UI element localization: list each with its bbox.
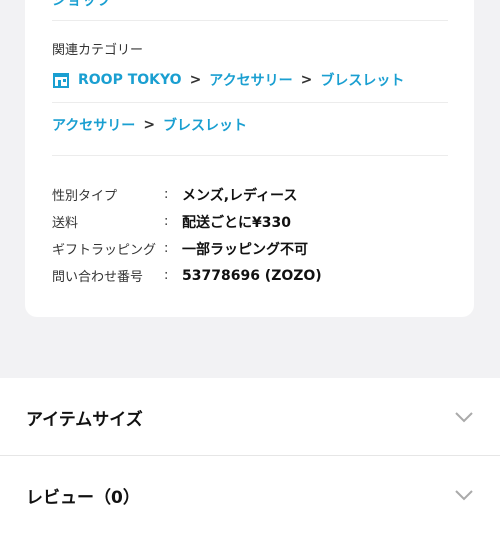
storefront-icon — [53, 73, 69, 88]
breadcrumb-shop-path: ROOP TOKYO > アクセサリー > ブレスレット — [52, 69, 404, 91]
spec-colon: : — [164, 268, 169, 283]
spec-row-gender: 性別タイプ : メンズ,レディース — [52, 181, 452, 208]
breadcrumb-accessory-link[interactable]: アクセサリー — [52, 115, 135, 135]
spec-table: 性別タイプ : メンズ,レディース 送料 : 配送ごとに¥330 ギフトラッピン… — [52, 181, 452, 289]
spec-colon: : — [164, 214, 169, 229]
related-category-label: 関連カテゴリー — [52, 43, 144, 58]
divider — [52, 102, 448, 103]
divider — [52, 155, 448, 156]
breadcrumb-bracelet-link[interactable]: ブレスレット — [320, 70, 404, 90]
spec-value: 配送ごとに¥330 — [182, 214, 291, 231]
accordion-review[interactable]: レビュー（0） — [0, 456, 500, 534]
breadcrumb-separator: > — [143, 117, 156, 133]
breadcrumb-shop-link[interactable]: ROOP TOKYO — [78, 72, 182, 88]
spec-row-gift-wrapping: ギフトラッピング : 一部ラッピング不可 — [52, 235, 452, 262]
breadcrumb-separator: > — [189, 72, 202, 88]
spec-key: 性別タイプ — [52, 189, 118, 204]
chevron-down-icon[interactable] — [454, 489, 474, 501]
accordion-title: アイテムサイズ — [26, 409, 143, 430]
breadcrumb-category-path: アクセサリー > ブレスレット — [52, 114, 247, 136]
spec-row-inquiry-number: 問い合わせ番号 : 53778696 (ZOZO) — [52, 262, 452, 289]
breadcrumb-accessory-link[interactable]: アクセサリー — [209, 70, 292, 90]
breadcrumb-bracelet-link[interactable]: ブレスレット — [163, 115, 247, 135]
divider — [52, 20, 448, 21]
spec-row-shipping: 送料 : 配送ごとに¥330 — [52, 208, 452, 235]
spec-colon: : — [164, 241, 169, 256]
spec-key: 問い合わせ番号 — [52, 270, 144, 285]
spec-value: メンズ,レディース — [182, 187, 298, 204]
spec-key: ギフトラッピング — [52, 243, 157, 258]
spec-colon: : — [164, 187, 169, 202]
spec-value: 一部ラッピング不可 — [182, 241, 308, 258]
top-partial-link[interactable]: ショップ — [52, 0, 112, 10]
chevron-down-icon[interactable] — [454, 411, 474, 423]
breadcrumb-separator: > — [300, 72, 313, 88]
accordion-title: レビュー（0） — [26, 487, 140, 508]
spec-key: 送料 — [52, 216, 79, 231]
spec-value: 53778696 (ZOZO) — [182, 267, 322, 284]
accordion-item-size[interactable]: アイテムサイズ — [0, 378, 500, 456]
